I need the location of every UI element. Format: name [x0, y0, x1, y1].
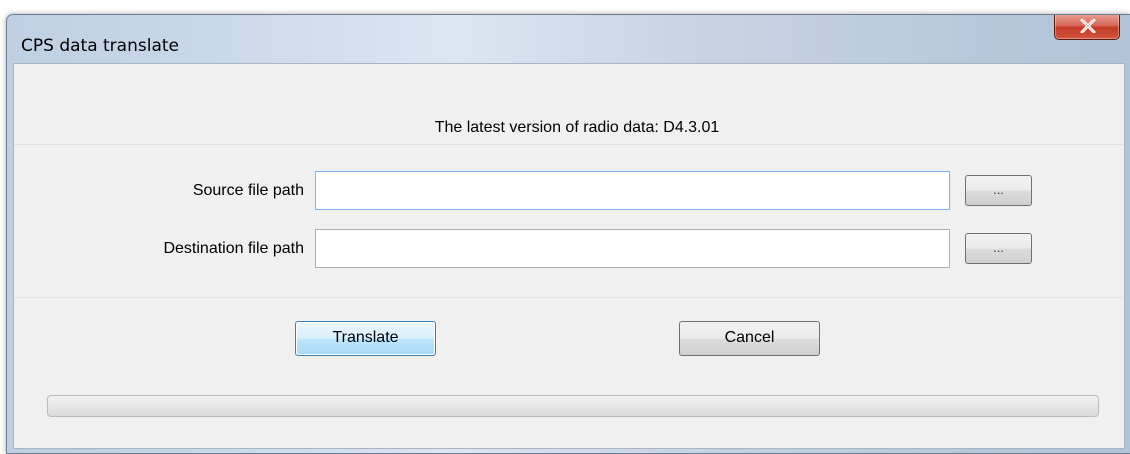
- window-title: CPS data translate: [21, 36, 179, 56]
- dialog-client-area: The latest version of radio data: D4.3.0…: [13, 63, 1125, 449]
- destination-file-path-input[interactable]: [315, 229, 950, 268]
- cps-data-translate-window: CPS data translate The latest version of…: [6, 14, 1130, 454]
- source-file-path-label: Source file path: [192, 182, 304, 199]
- destination-browse-button[interactable]: ...: [965, 233, 1032, 264]
- close-icon: [1080, 19, 1096, 33]
- translate-progress-bar: [47, 395, 1099, 417]
- cancel-button[interactable]: Cancel: [679, 321, 820, 356]
- source-browse-button[interactable]: ...: [965, 175, 1032, 206]
- file-path-panel: Source file path ... Destination file pa…: [14, 144, 1124, 298]
- destination-file-path-label: Destination file path: [163, 240, 304, 257]
- source-file-path-input[interactable]: [315, 171, 950, 210]
- translate-button[interactable]: Translate: [295, 321, 436, 356]
- close-button[interactable]: [1054, 15, 1120, 40]
- title-bar[interactable]: CPS data translate: [7, 15, 1130, 63]
- radio-data-version-label: The latest version of radio data: D4.3.0…: [434, 119, 720, 136]
